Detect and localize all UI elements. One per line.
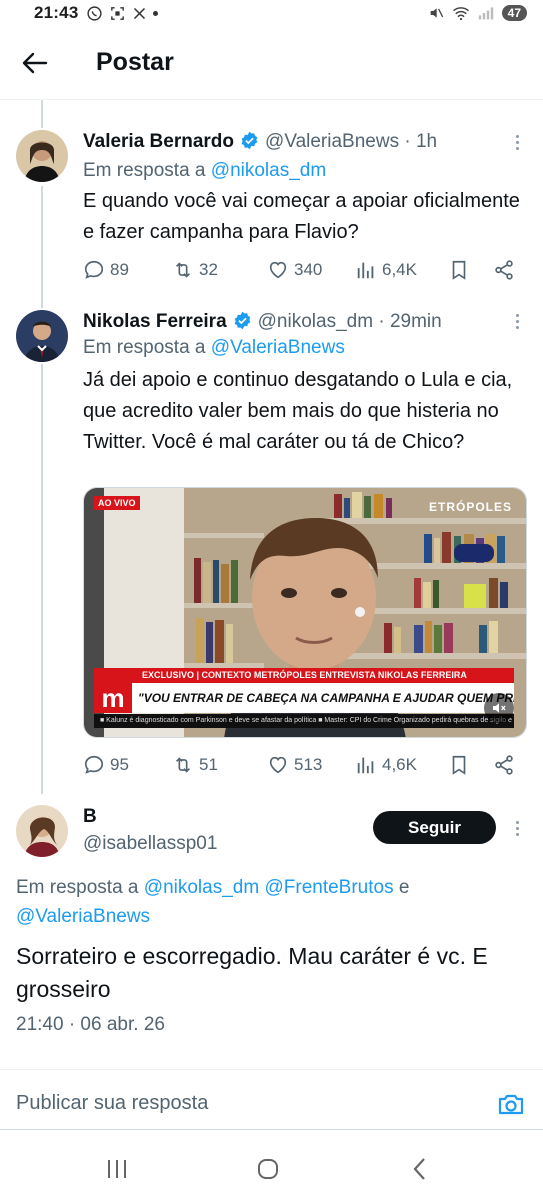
like-count: 340	[294, 260, 323, 279]
more-options-icon[interactable]	[507, 311, 527, 331]
heart-icon	[269, 756, 287, 774]
author-handle[interactable]: @nikolas_dm	[258, 311, 373, 333]
reply-context: Em resposta a @nikolas_dm	[83, 160, 327, 181]
views-count: 6,4K	[382, 260, 417, 279]
wifi-icon	[452, 7, 469, 21]
bookmark-icon	[452, 260, 466, 280]
video-thumbnail[interactable]: AO VIVO ETRÓPOLES EXCLUSIVO | CONTEXTO M…	[83, 487, 527, 738]
author-name[interactable]: Valeria Bernardo	[83, 131, 234, 153]
thread-line	[41, 186, 43, 308]
reply-button[interactable]: 89	[83, 258, 129, 282]
reply-button[interactable]: 95	[83, 753, 129, 777]
mention-link[interactable]: @nikolas_dm	[211, 160, 326, 181]
author-name[interactable]: B	[83, 806, 97, 828]
thread-line	[41, 100, 43, 128]
status-bar: 21:43 47	[0, 0, 543, 26]
avatar[interactable]	[16, 130, 68, 182]
dot-icon	[153, 10, 159, 16]
system-navigation-bar	[0, 1140, 543, 1199]
avatar[interactable]	[16, 310, 68, 362]
retweet-count: 51	[199, 755, 218, 774]
tweet-time[interactable]: 1h	[416, 131, 437, 153]
x-icon	[134, 7, 146, 19]
back-nav-button[interactable]	[400, 1154, 440, 1184]
retweet-icon	[175, 757, 191, 773]
arrow-left-icon	[22, 52, 48, 73]
views-icon	[357, 262, 374, 279]
mention-link[interactable]: @FrenteBrutos	[264, 877, 393, 898]
thread-line	[41, 364, 43, 794]
app-bar: Postar	[0, 26, 543, 100]
recent-apps-icon	[108, 1160, 126, 1178]
more-options-icon[interactable]	[507, 132, 527, 152]
heart-icon	[269, 261, 287, 279]
author-handle[interactable]: @isabellassp01	[83, 833, 217, 855]
battery-icon: 47	[501, 5, 527, 21]
divider	[0, 1129, 543, 1130]
retweet-count: 32	[199, 260, 218, 279]
tweet-actions: 95 51 513 4,6K	[83, 753, 523, 777]
chevron-left-icon	[413, 1158, 425, 1180]
signal-icon	[478, 7, 493, 20]
mention-link[interactable]: @nikolas_dm	[144, 877, 259, 898]
like-button[interactable]: 340	[267, 258, 322, 282]
mention-link[interactable]: @ValeriaBnews	[16, 906, 150, 927]
tweet-text: E quando você vai começar a apoiar ofici…	[83, 190, 520, 243]
back-button[interactable]	[0, 26, 70, 100]
chyron-top: EXCLUSIVO | CONTEXTO METRÓPOLES ENTREVIS…	[94, 668, 514, 683]
views-button[interactable]: 6,4K	[355, 258, 417, 282]
reply-context: Em resposta a @nikolas_dm @FrenteBrutos …	[16, 877, 410, 927]
home-icon	[258, 1159, 278, 1179]
views-count: 4,6K	[382, 755, 417, 774]
reply-count: 89	[110, 260, 129, 279]
news-ticker: ■ Kalunz é diagnosticado com Parkinson e…	[94, 714, 514, 728]
share-icon	[495, 260, 513, 280]
reply-composer-input[interactable]: Publicar sua resposta	[16, 1092, 208, 1115]
retweet-button[interactable]: 51	[172, 753, 218, 777]
bookmark-icon	[452, 755, 466, 775]
live-badge: AO VIVO	[94, 496, 140, 510]
bookmark-button[interactable]	[448, 258, 470, 282]
channel-logo: ETRÓPOLES	[428, 500, 512, 514]
status-time: 21:43	[34, 3, 79, 22]
views-icon	[357, 757, 374, 774]
volume-mute-icon[interactable]	[484, 693, 514, 723]
reply-count: 95	[110, 755, 129, 774]
whatsapp-icon	[87, 5, 103, 21]
tweet-text: Já dei apoio e continuo desgatando o Lul…	[83, 369, 513, 453]
follow-button[interactable]: Seguir	[373, 811, 496, 844]
divider	[0, 1069, 543, 1070]
metropoles-logo-icon: m	[94, 683, 132, 713]
home-button[interactable]	[248, 1154, 288, 1184]
like-button[interactable]: 513	[267, 753, 322, 777]
mention-link[interactable]: @ValeriaBnews	[211, 337, 345, 358]
camera-icon[interactable]	[497, 1090, 525, 1118]
share-button[interactable]	[493, 258, 515, 282]
mute-icon	[430, 8, 443, 18]
recent-apps-button[interactable]	[97, 1154, 137, 1184]
reply-icon	[84, 260, 104, 279]
bookmark-button[interactable]	[448, 753, 470, 777]
views-button[interactable]: 4,6K	[355, 753, 417, 777]
share-icon	[495, 755, 513, 775]
verified-badge-icon	[234, 311, 250, 330]
retweet-button[interactable]: 32	[172, 258, 218, 282]
reply-icon	[84, 755, 104, 774]
more-options-icon[interactable]	[507, 818, 527, 838]
author-handle[interactable]: @ValeriaBnews	[265, 131, 399, 153]
retweet-icon	[175, 262, 191, 278]
like-count: 513	[294, 755, 323, 774]
chyron-headline: "VOU ENTRAR DE CABEÇA NA CAMPANHA E AJUD…	[132, 683, 514, 713]
share-button[interactable]	[493, 753, 515, 777]
reply-context: Em resposta a @ValeriaBnews	[83, 337, 345, 358]
post-timestamp[interactable]: 21:40 · 06 abr. 26	[16, 1014, 165, 1036]
tweet-actions: 89 32 340 6,4K	[83, 258, 523, 282]
author-name[interactable]: Nikolas Ferreira	[83, 311, 227, 333]
page-title: Postar	[96, 48, 174, 76]
verified-badge-icon	[241, 131, 258, 150]
tweet-time[interactable]: 29min	[390, 311, 442, 333]
screenshot-icon	[111, 6, 125, 20]
avatar[interactable]	[16, 805, 68, 857]
post-text: Sorrateiro e escorregadio. Mau caráter é…	[16, 943, 488, 1002]
